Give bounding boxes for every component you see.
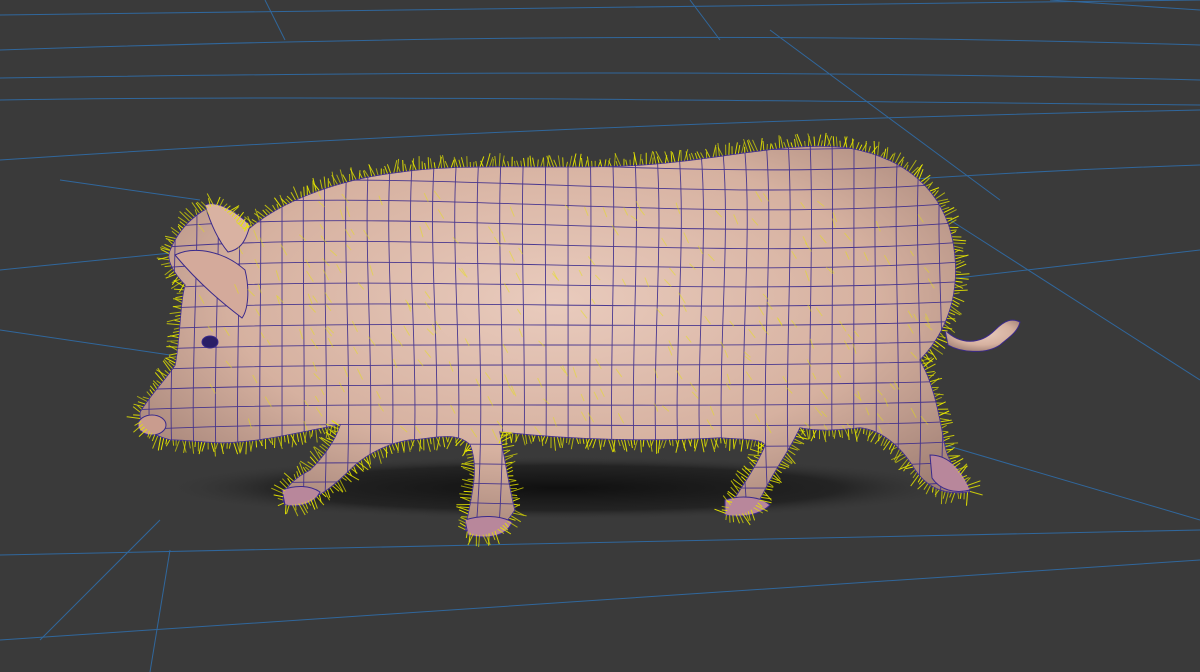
3d-viewport[interactable] (0, 0, 1200, 672)
pig-eye (201, 335, 219, 349)
viewport-canvas[interactable] (0, 0, 1200, 672)
